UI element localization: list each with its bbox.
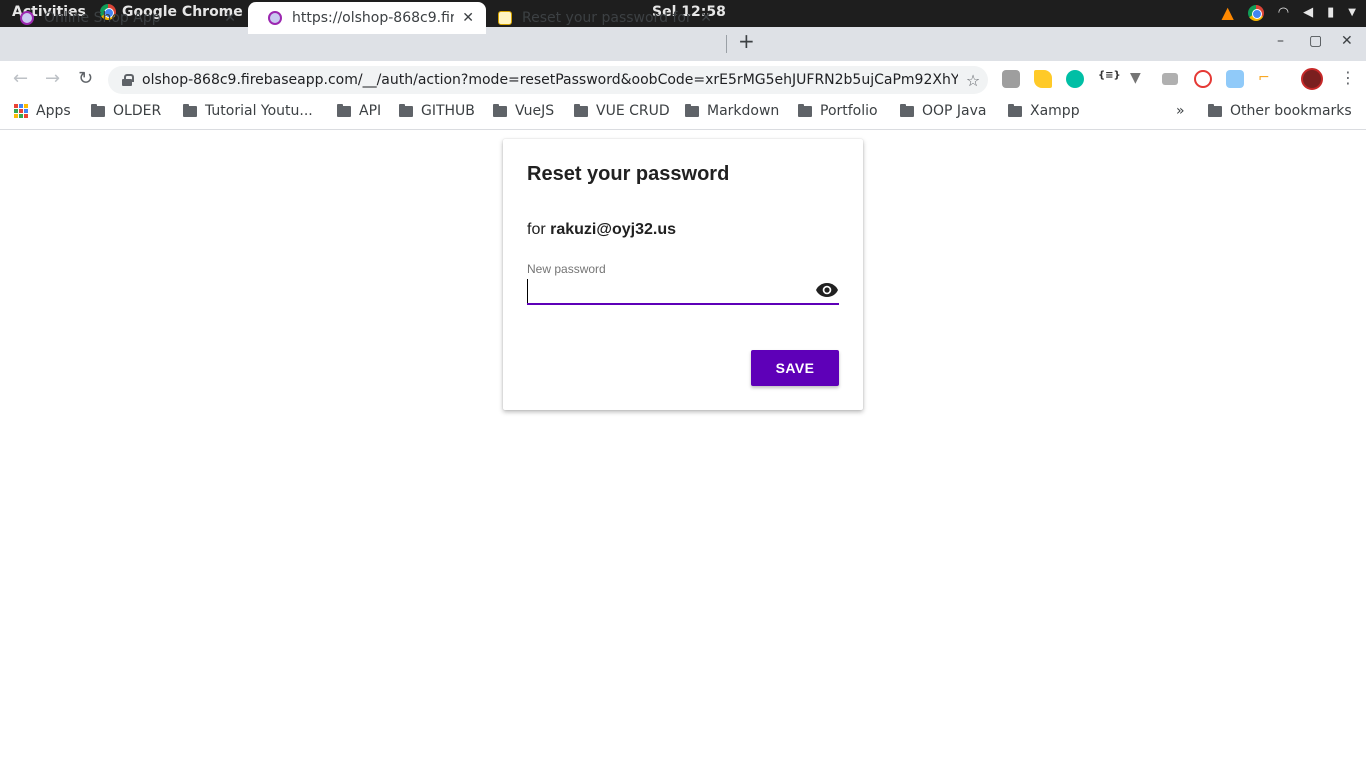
battery-icon: ▮ [1327, 5, 1335, 20]
folder-icon [493, 103, 507, 117]
bookmark-tutorial[interactable]: Tutorial Youtu... [183, 103, 313, 119]
colorpick-extension-icon[interactable] [1226, 70, 1244, 88]
close-icon[interactable]: ✕ [224, 10, 236, 26]
folder-icon [685, 103, 699, 117]
tab-reset-email[interactable]: Reset your password for p ✕ [486, 2, 724, 34]
restore-icon[interactable]: ▢ [1309, 33, 1322, 49]
bookmarks-bar: Apps OLDER Tutorial Youtu... API GITHUB … [0, 98, 1366, 130]
lastpass-extension-icon[interactable] [1194, 70, 1212, 88]
bookmark-vuejs[interactable]: VueJS [493, 103, 554, 119]
tab-title: Online Shop App [44, 10, 161, 26]
account-line: for rakuzi@oyj32.us [527, 221, 676, 239]
bookmark-api[interactable]: API [337, 103, 381, 119]
menu-kebab-icon[interactable]: ⋮ [1340, 68, 1356, 87]
back-arrow-icon[interactable]: ← [13, 68, 28, 89]
folder-icon [91, 103, 105, 117]
mail-favicon-icon [498, 11, 512, 25]
bookmark-portfolio[interactable]: Portfolio [798, 103, 878, 119]
address-bar[interactable]: olshop-868c9.firebaseapp.com/__/auth/act… [108, 66, 988, 94]
system-tray[interactable]: ▲ ◠ ◀ ▮ ▼ [1221, 3, 1356, 22]
bookmark-label: Portfolio [820, 103, 878, 119]
wifi-icon: ◠ [1277, 5, 1290, 20]
folder-icon [183, 103, 197, 117]
bookmark-label: Apps [36, 103, 71, 119]
bookmark-oop-java[interactable]: OOP Java [900, 103, 987, 119]
save-button[interactable]: SAVE [751, 350, 839, 386]
volume-icon: ◀ [1303, 5, 1314, 20]
bookmark-older[interactable]: OLDER [91, 103, 161, 119]
window-close-icon[interactable]: ✕ [1341, 33, 1353, 49]
reset-password-card: Reset your password for rakuzi@oyj32.us … [503, 139, 863, 410]
new-tab-button[interactable]: + [738, 29, 755, 53]
firebase-favicon-icon [20, 11, 34, 25]
minimize-icon[interactable]: – [1277, 33, 1284, 49]
bookmark-label: OLDER [113, 103, 162, 119]
firebase-extension-icon[interactable] [1034, 70, 1052, 88]
card-title: Reset your password [527, 163, 730, 185]
folder-icon [798, 103, 812, 117]
extension-1-icon[interactable] [1002, 70, 1020, 88]
reload-icon[interactable]: ↻ [78, 68, 93, 89]
new-password-field[interactable] [527, 279, 839, 305]
bookmark-apps[interactable]: Apps [14, 103, 71, 119]
bookmark-label: Tutorial Youtu... [205, 103, 313, 119]
tab-title: Reset your password for p [522, 10, 693, 26]
bookmark-xampp[interactable]: Xampp [1008, 103, 1080, 119]
folder-icon [1008, 103, 1022, 117]
address-url[interactable]: olshop-868c9.firebaseapp.com/__/auth/act… [142, 72, 958, 88]
firebase-favicon-icon [268, 11, 282, 25]
bookmark-label: API [359, 103, 382, 119]
tab-auth-action[interactable]: https://olshop-868c9.fireb ✕ [248, 2, 486, 34]
close-icon[interactable]: ✕ [462, 10, 474, 26]
profile-avatar[interactable] [1301, 68, 1323, 90]
tab-title: https://olshop-868c9.fireb [292, 10, 455, 26]
bookmark-label: Xampp [1030, 103, 1080, 119]
forward-arrow-icon[interactable]: → [45, 68, 60, 89]
account-email: rakuzi@oyj32.us [550, 221, 676, 238]
vlc-icon[interactable]: ▲ [1221, 3, 1233, 22]
folder-icon [574, 103, 588, 117]
tab-divider [726, 35, 727, 53]
bookmark-label: GITHUB [421, 103, 475, 119]
bookmark-star-icon[interactable]: ☆ [958, 71, 988, 90]
tools-extension-icon[interactable]: ⌐ [1258, 70, 1276, 88]
apps-grid-icon [14, 104, 28, 118]
json-extension-icon[interactable]: {≡} [1098, 70, 1121, 88]
bookmark-label: VueJS [515, 103, 555, 119]
folder-icon [1208, 103, 1222, 117]
caret-down-icon[interactable]: ▼ [1348, 7, 1356, 18]
bookmark-label: VUE CRUD [596, 103, 670, 119]
bookmarks-overflow-icon[interactable]: » [1176, 103, 1185, 119]
bookmark-label: OOP Java [922, 103, 987, 119]
lock-icon[interactable] [122, 74, 134, 86]
chrome-tray-icon[interactable] [1247, 4, 1264, 21]
bookmark-other[interactable]: Other bookmarks [1208, 103, 1352, 119]
close-icon[interactable]: ✕ [700, 10, 712, 26]
folder-icon [399, 103, 413, 117]
show-password-eye-icon[interactable] [815, 282, 839, 298]
vue-devtools-icon[interactable]: ▼ [1130, 70, 1148, 88]
new-password-label: New password [527, 262, 606, 276]
bookmark-label: Markdown [707, 103, 780, 119]
bookmark-github[interactable]: GITHUB [399, 103, 475, 119]
bookmark-label: Other bookmarks [1230, 103, 1352, 119]
bookmark-markdown[interactable]: Markdown [685, 103, 779, 119]
folder-icon [337, 103, 351, 117]
camera-extension-icon[interactable] [1162, 73, 1178, 85]
for-prefix: for [527, 221, 546, 238]
bookmark-vue-crud[interactable]: VUE CRUD [574, 103, 670, 119]
tab-online-shop[interactable]: Online Shop App ✕ [0, 2, 248, 34]
mendeley-extension-icon[interactable] [1066, 70, 1084, 88]
folder-icon [900, 103, 914, 117]
new-password-input[interactable] [527, 279, 807, 303]
